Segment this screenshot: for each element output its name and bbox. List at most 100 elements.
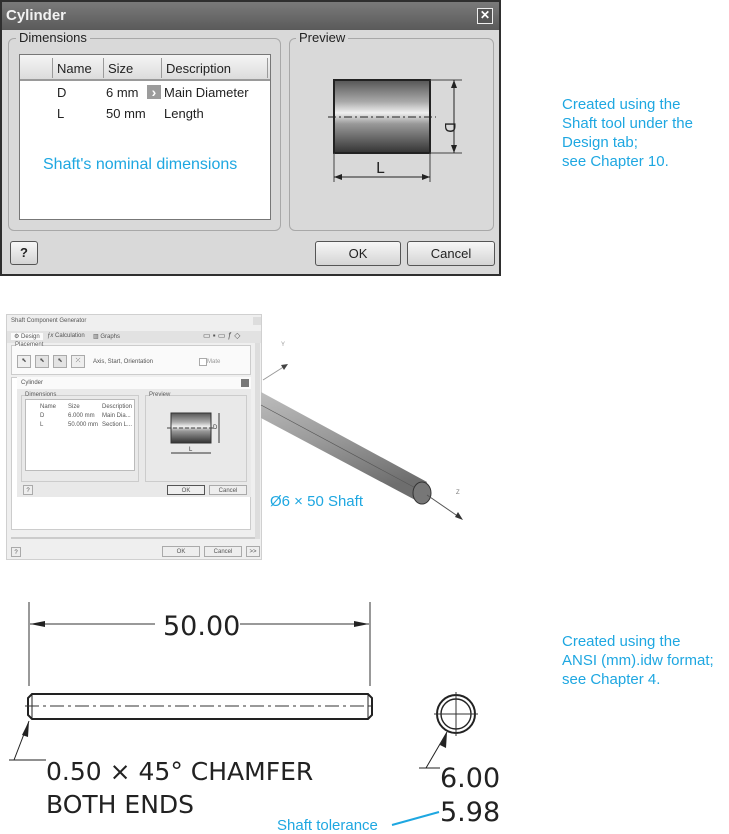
callout-line: ANSI (mm).idw format; <box>562 652 714 669</box>
formula-icon: ƒx <box>47 333 56 339</box>
chamfer-note-both-ends: BOTH ENDS <box>46 790 194 819</box>
orientation-select-button[interactable]: ⬉ <box>53 355 67 368</box>
callout-line: Shaft tool under the <box>562 115 693 132</box>
tab-graphs[interactable]: ▥ Graphs <box>93 333 120 340</box>
expand-arrow-button[interactable]: › <box>147 85 161 99</box>
tolerance-leader <box>391 811 440 826</box>
close-button[interactable]: ✕ <box>477 8 493 24</box>
ok-button[interactable]: OK <box>162 546 200 557</box>
inner-cancel-button[interactable]: Cancel <box>209 485 247 495</box>
shaft-tolerance-annotation: Shaft tolerance <box>277 817 378 834</box>
z-axis-label: Z <box>456 490 460 496</box>
y-axis-arrow <box>281 364 288 370</box>
callout-line: see Chapter 4. <box>562 671 661 688</box>
row-description: Main Dia... <box>102 413 131 419</box>
ok-button[interactable]: OK <box>315 241 401 266</box>
help-icon: ? <box>26 488 30 494</box>
chevron-right-icon: › <box>151 84 157 100</box>
inner-table: Name Size Description D 6.000 mm Main Di… <box>25 399 135 471</box>
column-header-size[interactable]: Size <box>108 61 133 76</box>
inner-cylinder-dialog: Cylinder Dimensions Name Size Descriptio… <box>17 377 251 497</box>
help-button[interactable]: ? <box>10 241 38 265</box>
inner-titlebar <box>17 377 251 389</box>
horizontal-scrollbar[interactable] <box>11 537 255 539</box>
preview-group-label: Preview <box>296 30 349 45</box>
z-axis-line <box>426 494 460 518</box>
column-header-size[interactable]: Size <box>68 404 80 410</box>
chamfer-note: 0.50 × 45° CHAMFER <box>46 757 313 786</box>
cancel-button[interactable]: Cancel <box>407 241 495 266</box>
row-description: Section L... <box>102 422 133 428</box>
y-axis-line <box>262 365 286 381</box>
shaft-component-generator: Shaft Component Generator ⚙ Design ƒx Ca… <box>6 314 262 560</box>
more-button[interactable]: >> <box>246 546 260 557</box>
row-description: Main Diameter <box>164 85 249 100</box>
shaft-body <box>261 392 427 502</box>
tab-design[interactable]: ⚙ Design <box>11 333 43 340</box>
dialog-title: Cylinder <box>6 7 67 24</box>
diameter-upper-limit: 6.00 <box>440 763 500 794</box>
callout-line: Design tab; <box>562 134 638 151</box>
inner-length-label: L <box>189 447 193 453</box>
row-size[interactable]: 50 mm <box>106 106 146 121</box>
help-icon: ? <box>20 245 28 260</box>
diameter-lower-limit: 5.98 <box>440 797 500 828</box>
start-select-button[interactable]: ⬉ <box>35 355 49 368</box>
column-header-name[interactable]: Name <box>57 61 92 76</box>
row-name: L <box>40 422 44 428</box>
inner-title: Cylinder <box>21 380 44 386</box>
callout-shaft-tool: Created using the Shaft tool under the D… <box>562 95 693 171</box>
dimensions-table: Name Size Description D 6 mm › Main Diam… <box>19 54 271 220</box>
help-button[interactable]: ? <box>11 547 21 557</box>
inner-ok-button[interactable]: OK <box>167 485 205 495</box>
cancel-button[interactable]: Cancel <box>204 546 242 557</box>
row-description: Length <box>164 106 204 121</box>
placement-label: Placement <box>15 342 44 348</box>
inner-help-button[interactable]: ? <box>23 485 33 495</box>
z-axis-arrow <box>455 512 463 520</box>
chamfer-leader <box>9 720 30 761</box>
row-size[interactable]: 6 mm <box>106 85 139 100</box>
close-icon: ✕ <box>479 8 491 22</box>
column-header-description[interactable]: Description <box>102 404 132 410</box>
design-tab-icon: ⚙ <box>14 334 22 340</box>
length-dimension: 50.00 <box>163 611 240 642</box>
column-header-name[interactable]: Name <box>40 404 56 410</box>
inner-close-button[interactable] <box>241 379 249 387</box>
y-axis-label: Y <box>281 342 285 348</box>
table-row[interactable]: D 6 mm › Main Diameter <box>20 83 270 103</box>
row-size[interactable]: 50.000 mm <box>68 422 98 428</box>
shaft-end-face <box>412 481 432 505</box>
dimensions-group-label: Dimensions <box>16 30 90 45</box>
inner-diameter-label: D <box>213 425 218 431</box>
dialog-titlebar: Cylinder ✕ <box>2 2 499 30</box>
shaft-drawing: 50.00 0.50 × 45° CHAMFER BOTH ENDS 6.00 … <box>9 602 500 828</box>
callout-line: Created using the <box>562 633 681 650</box>
inner-cylinder-preview: L D <box>167 412 220 454</box>
inner-dimensions-label: Dimensions <box>25 392 57 398</box>
table-row[interactable]: L 50 mm Length <box>20 104 270 124</box>
inner-preview-label: Preview <box>149 392 171 398</box>
column-header-description[interactable]: Description <box>166 61 231 76</box>
generator-title: Shaft Component Generator <box>11 318 87 324</box>
table-header: Name Size Description <box>20 55 270 81</box>
flip-button[interactable]: ⤫ <box>71 355 85 368</box>
axis-select-button[interactable]: ⬉ <box>17 355 31 368</box>
row-name: D <box>40 413 45 419</box>
cylinder-preview: D L <box>328 79 462 182</box>
shaft-size-annotation: Ø6 × 50 Shaft <box>270 493 363 510</box>
row-name: L <box>57 106 65 121</box>
diameter-label: D <box>441 122 457 133</box>
callout-ansi-format: Created using the ANSI (mm).idw format; … <box>562 632 714 689</box>
callout-line: see Chapter 10. <box>562 153 669 170</box>
row-name: D <box>57 85 67 100</box>
nominal-dimensions-annotation: Shaft's nominal dimensions <box>43 156 238 173</box>
placement-text: Axis, Start, Orientation <box>93 359 154 365</box>
toolbar-icons[interactable]: ▭ ▪ ▭ ƒ ◇ <box>203 331 240 340</box>
row-size[interactable]: 6.000 mm <box>68 413 95 419</box>
length-label: L <box>376 159 385 177</box>
callout-line: Created using the <box>562 96 681 113</box>
help-icon: ? <box>14 550 18 556</box>
mate-checkbox[interactable] <box>199 358 207 366</box>
tab-calculation[interactable]: ƒx Calculation <box>47 333 85 339</box>
